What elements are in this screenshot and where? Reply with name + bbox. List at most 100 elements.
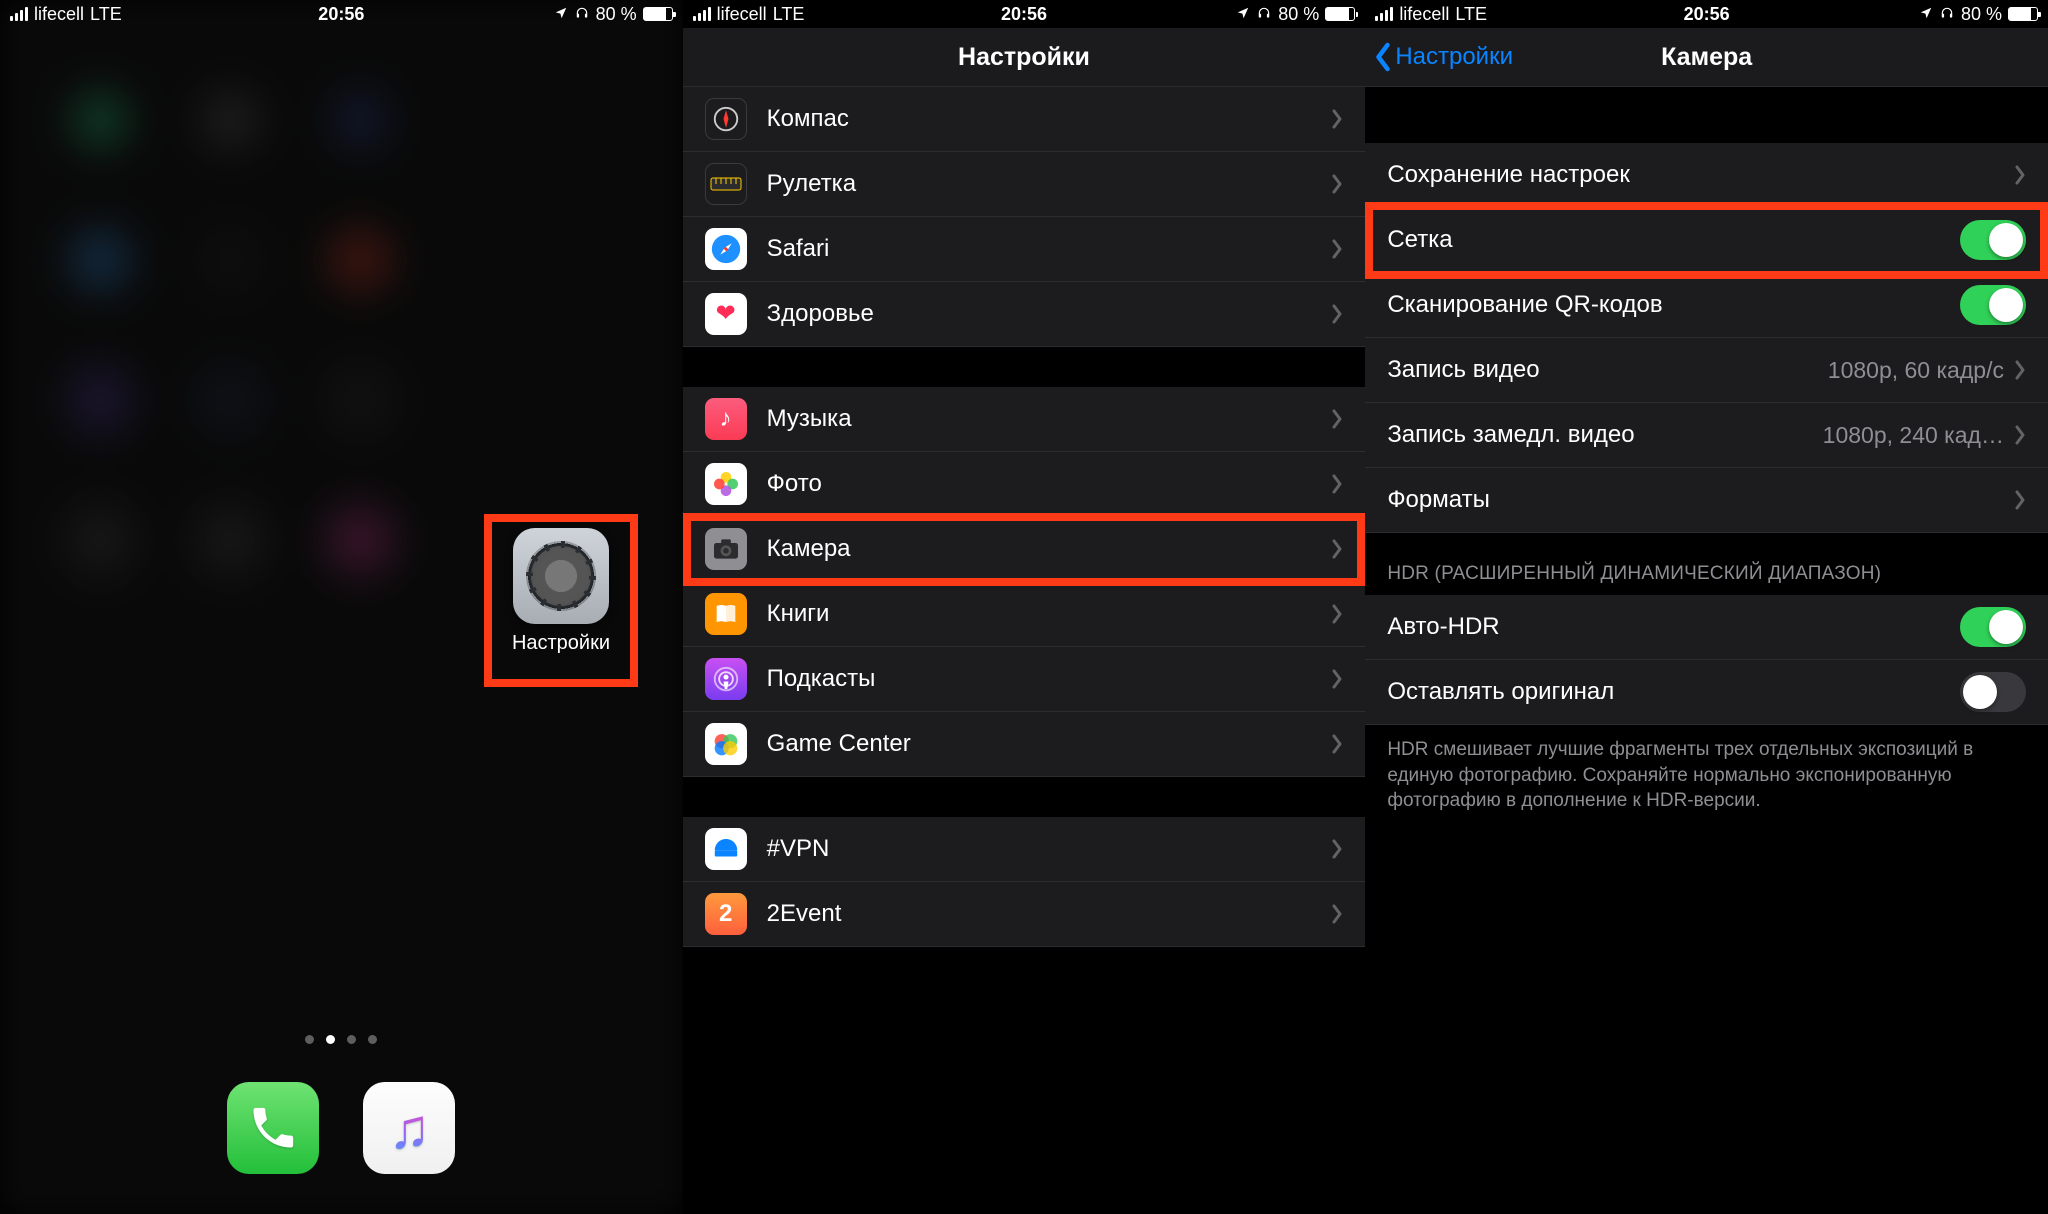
network-label: LTE: [773, 4, 805, 25]
row-label: Оставлять оригинал: [1387, 678, 1960, 706]
music-app-icon[interactable]: ♫: [363, 1082, 455, 1174]
battery-icon: [1325, 7, 1355, 21]
row-label: Форматы: [1387, 486, 2014, 514]
settings-row-safari[interactable]: Safari: [683, 217, 1366, 282]
carrier-label: lifecell: [717, 4, 767, 25]
chevron-right-icon: [1331, 604, 1343, 624]
gear-icon: [513, 528, 609, 624]
settings-row-measure[interactable]: Рулетка: [683, 152, 1366, 217]
battery-icon: [643, 7, 673, 21]
chevron-right-icon: [1331, 474, 1343, 494]
row-label: Книги: [767, 600, 1332, 628]
camera-row-autohdr[interactable]: Авто-HDR: [1365, 595, 2048, 660]
dock: ♫: [0, 1082, 683, 1174]
camera-row-video[interactable]: Запись видео1080p, 60 кадр/с: [1365, 338, 2048, 403]
settings-row-gamecenter[interactable]: Game Center: [683, 712, 1366, 777]
chevron-right-icon: [1331, 539, 1343, 559]
camera-row-slomo[interactable]: Запись замедл. видео1080p, 240 кад…: [1365, 403, 2048, 468]
hdr-section-footer: HDR смешивает лучшие фрагменты трех отде…: [1365, 725, 2048, 834]
location-icon: [1236, 4, 1250, 25]
settings-root-panel: lifecell LTE 20:56 80 % Настройки Компас…: [683, 0, 1366, 1214]
row-label: Компас: [767, 105, 1332, 133]
2event-icon: 2: [705, 893, 747, 935]
safari-icon: [705, 228, 747, 270]
row-label: Рулетка: [767, 170, 1332, 198]
row-label: Здоровье: [767, 300, 1332, 328]
row-value: 1080p, 240 кад…: [1823, 422, 2004, 449]
camera-icon: [705, 528, 747, 570]
settings-row-podcasts[interactable]: Подкасты: [683, 647, 1366, 712]
camera-settings-panel: lifecell LTE 20:56 80 % Настройки Камера…: [1365, 0, 2048, 1214]
chevron-right-icon: [1331, 734, 1343, 754]
row-value: 1080p, 60 кадр/с: [1828, 357, 2004, 384]
page-indicator[interactable]: [0, 1035, 683, 1044]
camera-row-formats[interactable]: Форматы: [1365, 468, 2048, 533]
music-icon: ♪: [705, 398, 747, 440]
compass-icon: [705, 98, 747, 140]
settings-row-camera[interactable]: Камера: [683, 517, 1366, 582]
nav-header: Настройки: [683, 28, 1366, 87]
camera-row-grid[interactable]: Сетка: [1365, 208, 2048, 273]
settings-row-compass[interactable]: Компас: [683, 87, 1366, 152]
chevron-right-icon: [2014, 425, 2026, 445]
row-label: Сохранение настроек: [1387, 161, 2014, 189]
settings-row-photos[interactable]: Фото: [683, 452, 1366, 517]
settings-row-health[interactable]: ❤ Здоровье: [683, 282, 1366, 347]
headphones-icon: [1939, 4, 1955, 25]
gamecenter-icon: [705, 723, 747, 765]
battery-pct: 80 %: [596, 4, 637, 25]
nav-header: Настройки Камера: [1365, 28, 2048, 87]
chevron-left-icon: [1373, 42, 1393, 72]
health-icon: ❤: [705, 293, 747, 335]
camera-settings-list[interactable]: Сохранение настроек Сетка Сканирование Q…: [1365, 87, 2048, 1214]
chevron-right-icon: [1331, 304, 1343, 324]
battery-pct: 80 %: [1278, 4, 1319, 25]
row-label: Авто-HDR: [1387, 613, 1960, 641]
chevron-right-icon: [1331, 109, 1343, 129]
toggle-switch[interactable]: [1960, 672, 2026, 712]
settings-app-label: Настройки: [512, 632, 610, 655]
page-title: Настройки: [958, 43, 1090, 72]
settings-row-vpn[interactable]: #VPN: [683, 817, 1366, 882]
camera-row-qr[interactable]: Сканирование QR-кодов: [1365, 273, 2048, 338]
row-label: Game Center: [767, 730, 1332, 758]
signal-bars-icon: [1375, 7, 1393, 21]
clock: 20:56: [318, 4, 364, 25]
toggle-switch[interactable]: [1960, 220, 2026, 260]
camera-row-preserve[interactable]: Сохранение настроек: [1365, 143, 2048, 208]
settings-list[interactable]: Компас Рулетка Safari ❤ Здоровье ♪ Музык…: [683, 87, 1366, 1214]
settings-app-icon[interactable]: Настройки: [488, 518, 634, 683]
location-icon: [554, 4, 568, 25]
settings-row-2event[interactable]: 2 2Event: [683, 882, 1366, 947]
carrier-label: lifecell: [1399, 4, 1449, 25]
signal-bars-icon: [693, 7, 711, 21]
home-screen-panel: lifecell LTE 20:56 80 % Настройки ♫: [0, 0, 683, 1214]
camera-row-keeporig[interactable]: Оставлять оригинал: [1365, 660, 2048, 725]
chevron-right-icon: [1331, 839, 1343, 859]
row-label: Сканирование QR-кодов: [1387, 291, 1960, 319]
chevron-right-icon: [1331, 669, 1343, 689]
headphones-icon: [1256, 4, 1272, 25]
battery-icon: [2008, 7, 2038, 21]
row-label: Фото: [767, 470, 1332, 498]
chevron-right-icon: [1331, 409, 1343, 429]
chevron-right-icon: [2014, 360, 2026, 380]
battery-pct: 80 %: [1961, 4, 2002, 25]
back-button[interactable]: Настройки: [1373, 28, 1513, 86]
photos-icon: [705, 463, 747, 505]
status-bar: lifecell LTE 20:56 80 %: [683, 0, 1366, 28]
toggle-switch[interactable]: [1960, 285, 2026, 325]
toggle-switch[interactable]: [1960, 607, 2026, 647]
row-label: Запись замедл. видео: [1387, 421, 1822, 449]
row-label: #VPN: [767, 835, 1332, 863]
settings-row-books[interactable]: Книги: [683, 582, 1366, 647]
chevron-right-icon: [1331, 904, 1343, 924]
network-label: LTE: [1455, 4, 1487, 25]
chevron-right-icon: [1331, 174, 1343, 194]
phone-app-icon[interactable]: [227, 1082, 319, 1174]
clock: 20:56: [1001, 4, 1047, 25]
row-label: Подкасты: [767, 665, 1332, 693]
chevron-right-icon: [1331, 239, 1343, 259]
signal-bars-icon: [10, 7, 28, 21]
settings-row-music[interactable]: ♪ Музыка: [683, 387, 1366, 452]
